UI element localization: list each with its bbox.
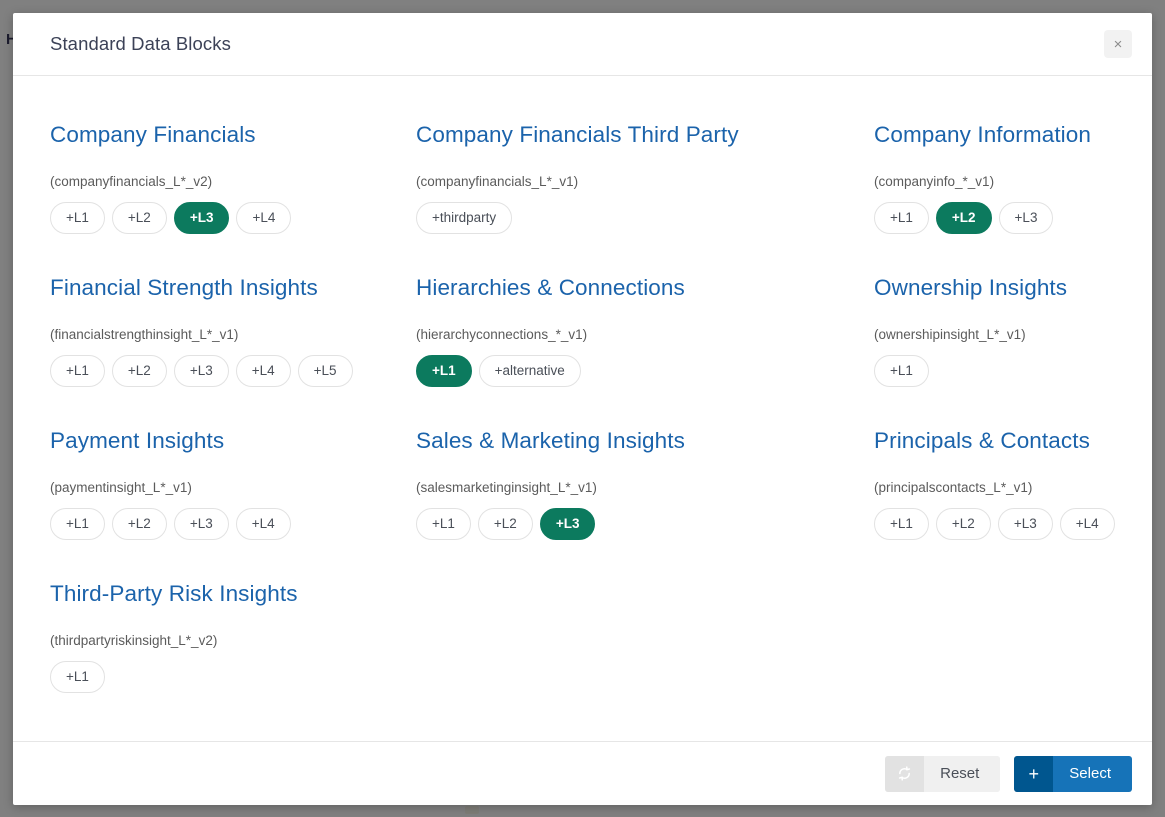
level-pill[interactable]: +L2: [935, 508, 991, 540]
level-pill-row: +L1 +L2 +L3 +L4: [50, 202, 416, 234]
data-block: Company Financials (companyfinancials_L*_…: [50, 102, 416, 255]
level-pill-row: +thirdparty: [416, 202, 874, 234]
level-pill-row: +L1: [874, 355, 1115, 387]
level-pill[interactable]: +L1: [416, 508, 471, 540]
modal-body: Company Financials (companyfinancials_L*_…: [13, 76, 1152, 741]
data-block-code: (salesmarketinginsight_L*_v1): [416, 480, 597, 495]
level-pill[interactable]: +L3: [998, 202, 1054, 234]
data-block-code: (companyinfo_*_v1): [874, 174, 995, 189]
data-block: Principals & Contacts (principalscontacts…: [874, 408, 1115, 561]
data-block-title: Principals & Contacts: [874, 428, 1090, 453]
level-pill[interactable]: +L3: [997, 508, 1053, 540]
level-pill[interactable]: +L2: [477, 508, 533, 540]
data-block: Payment Insights (paymentinsight_L*_v1) +L…: [50, 408, 416, 561]
data-block: Company Financials Third Party (companyfi…: [416, 102, 874, 255]
level-pill[interactable]: +L3: [173, 355, 229, 387]
data-block: Company Information (companyinfo_*_v1) +L1…: [874, 102, 1115, 255]
level-pill-row: +L1: [50, 661, 416, 693]
level-pill[interactable]: +L1: [50, 661, 105, 693]
level-pill[interactable]: +L4: [235, 355, 291, 387]
data-block: Hierarchies & Connections (hierarchyconne…: [416, 255, 874, 408]
modal-footer: Reset + Select: [13, 741, 1152, 805]
level-pill[interactable]: +L4: [236, 202, 292, 234]
level-pill[interactable]: +L3: [539, 508, 596, 540]
close-icon[interactable]: ×: [1104, 30, 1132, 58]
data-block-code: (principalscontacts_L*_v1): [874, 480, 1033, 495]
reset-button-label: Reset: [924, 755, 1001, 792]
data-block-title: Company Information: [874, 122, 1092, 147]
data-block-code: (paymentinsight_L*_v1): [50, 480, 192, 495]
select-button-label: Select: [1053, 755, 1132, 792]
data-block-title: Third-Party Risk Insights: [50, 581, 298, 606]
level-pill[interactable]: +L1: [50, 202, 105, 234]
data-blocks-grid: Company Financials (companyfinancials_L*_…: [50, 102, 1115, 714]
data-block: Ownership Insights (ownershipinsight_L*_v…: [874, 255, 1115, 408]
data-block-title: Company Financials Third Party: [416, 122, 739, 147]
data-block-title: Financial Strength Insights: [50, 275, 318, 300]
level-pill[interactable]: +L2: [111, 508, 167, 540]
level-pill-row: +L1 +L2 +L3 +L4 +L5: [50, 355, 416, 387]
data-block-code: (companyfinancials_L*_v1): [416, 174, 579, 189]
data-block: Sales & Marketing Insights (salesmarketin…: [416, 408, 874, 561]
level-pill[interactable]: +L1: [416, 355, 472, 387]
data-block-title: Ownership Insights: [874, 275, 1068, 300]
level-pill[interactable]: +L4: [1059, 508, 1115, 540]
level-pill[interactable]: +L3: [173, 202, 230, 234]
plus-icon: +: [1014, 755, 1054, 792]
level-pill[interactable]: +alternative: [478, 355, 581, 387]
level-pill[interactable]: +L1: [50, 508, 105, 540]
level-pill[interactable]: +thirdparty: [416, 202, 513, 234]
level-pill-row: +L1 +L2 +L3: [416, 508, 874, 540]
level-pill[interactable]: +L1: [50, 355, 105, 387]
reset-button[interactable]: Reset: [885, 755, 1001, 792]
level-pill[interactable]: +L1: [874, 355, 929, 387]
data-block-title: Sales & Marketing Insights: [416, 428, 685, 453]
data-block-code: (companyfinancials_L*_v2): [50, 174, 213, 189]
level-pill[interactable]: +L4: [235, 508, 291, 540]
level-pill-row: +L1 +L2 +L3 +L4: [874, 508, 1115, 540]
level-pill-row: +L1 +L2 +L3 +L4: [50, 508, 416, 540]
refresh-icon: [885, 755, 925, 792]
data-block-code: (financialstrengthinsight_L*_v1): [50, 327, 239, 342]
level-pill[interactable]: +L1: [874, 202, 929, 234]
data-block-title: Hierarchies & Connections: [416, 275, 685, 300]
background-page-fragment-bottom: [465, 806, 479, 814]
standard-data-blocks-modal: Standard Data Blocks × Company Financial…: [13, 13, 1152, 805]
select-button[interactable]: + Select: [1014, 755, 1132, 792]
level-pill[interactable]: +L2: [935, 202, 992, 234]
data-block: Financial Strength Insights (financialstr…: [50, 255, 416, 408]
modal-header: Standard Data Blocks ×: [13, 13, 1152, 76]
data-block-title: Company Financials: [50, 122, 256, 147]
level-pill[interactable]: +L3: [173, 508, 229, 540]
page-title: Standard Data Blocks: [50, 33, 231, 54]
data-block-title: Payment Insights: [50, 428, 225, 453]
data-block: Third-Party Risk Insights (thirdpartyrisk…: [50, 561, 416, 714]
level-pill[interactable]: +L2: [111, 202, 167, 234]
data-block-code: (thirdpartyriskinsight_L*_v2): [50, 633, 218, 648]
level-pill[interactable]: +L1: [874, 508, 929, 540]
level-pill[interactable]: +L2: [111, 355, 167, 387]
data-block-code: (hierarchyconnections_*_v1): [416, 327, 588, 342]
level-pill-row: +L1 +alternative: [416, 355, 874, 387]
level-pill[interactable]: +L5: [297, 355, 353, 387]
level-pill-row: +L1 +L2 +L3: [874, 202, 1115, 234]
data-block-code: (ownershipinsight_L*_v1): [874, 327, 1026, 342]
